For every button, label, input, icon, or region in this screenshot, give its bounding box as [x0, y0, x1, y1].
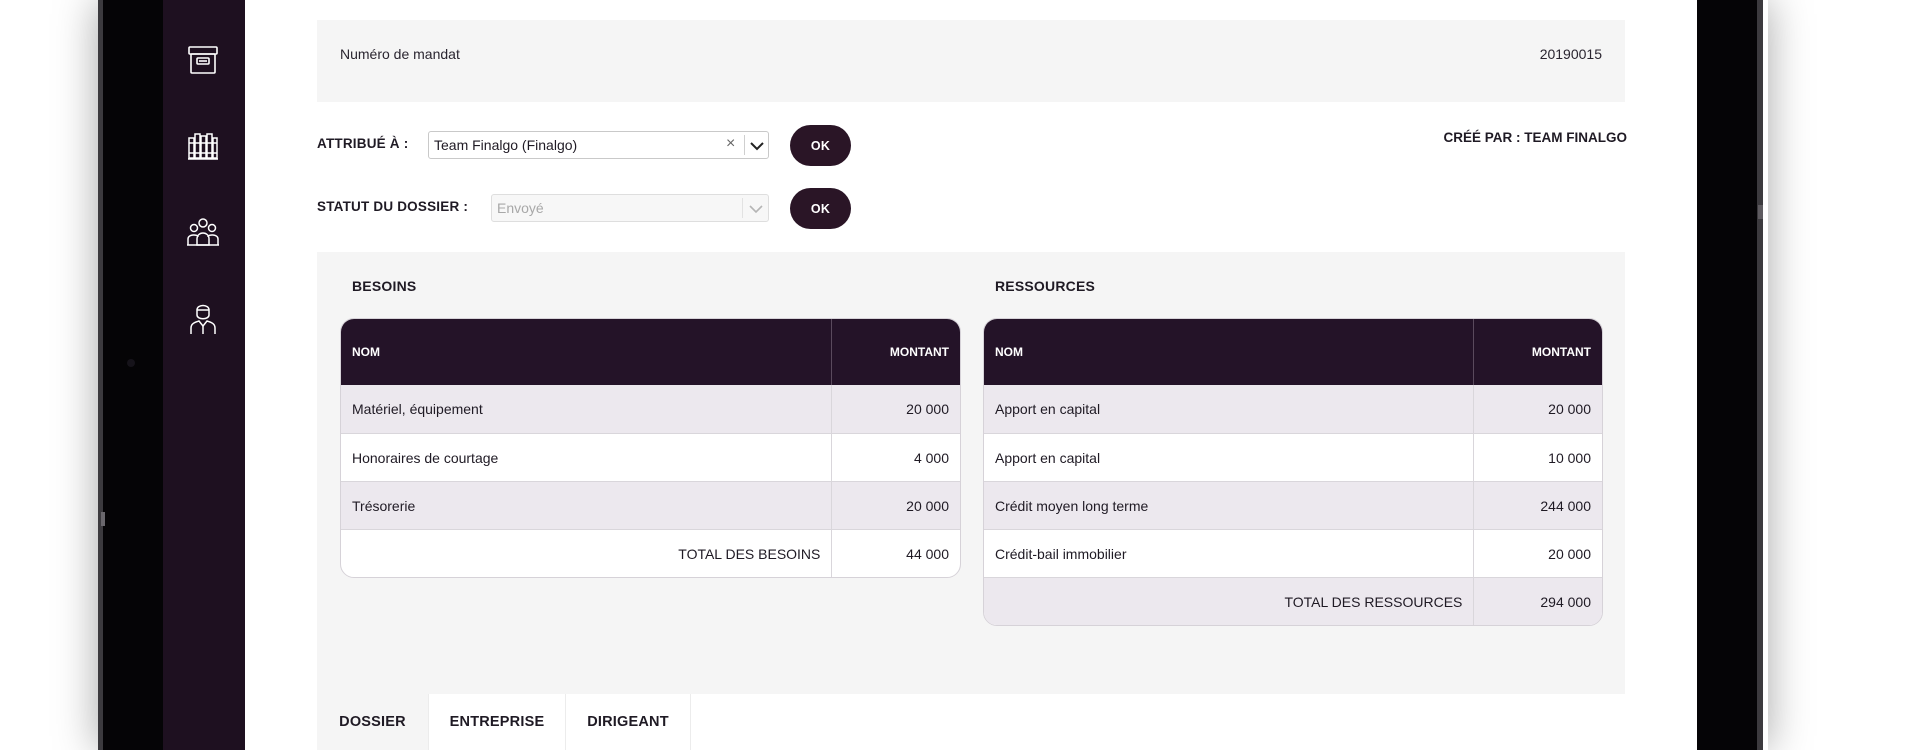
table-total-row: TOTAL DES RESSOURCES 294 000	[984, 577, 1602, 625]
column-header-nom: NOM	[352, 345, 380, 359]
column-header-montant: MONTANT	[1473, 319, 1602, 385]
row-name: Honoraires de courtage	[352, 449, 499, 466]
row-amount: 10 000	[1473, 434, 1602, 481]
row-amount: 244 000	[1473, 482, 1602, 529]
select-separator	[742, 198, 743, 218]
besoins-table: NOM MONTANT Matériel, équipement 20 000 …	[340, 318, 961, 578]
table-row: Trésorerie 20 000	[341, 481, 960, 529]
device-button-left	[101, 512, 105, 526]
row-amount: 20 000	[831, 385, 960, 433]
table-row: Honoraires de courtage 4 000	[341, 433, 960, 481]
total-amount: 294 000	[1473, 578, 1602, 625]
tab-dossier[interactable]: DOSSIER	[317, 694, 429, 750]
row-name: Trésorerie	[352, 497, 416, 514]
clear-icon[interactable]: ×	[726, 135, 735, 153]
statut-select[interactable]: Envoyé	[491, 194, 769, 222]
row-name: Crédit moyen long terme	[995, 497, 1149, 514]
column-header-nom: NOM	[995, 345, 1023, 359]
besoins-title: BESOINS	[352, 278, 417, 294]
tab-entreprise[interactable]: ENTREPRISE	[429, 694, 566, 750]
total-label: TOTAL DES RESSOURCES	[1284, 593, 1463, 610]
attribue-ok-button[interactable]: OK	[790, 125, 851, 166]
attribue-selected-value: Team Finalgo (Finalgo)	[434, 137, 578, 153]
device-bezel-right	[1697, 0, 1759, 750]
column-header-montant: MONTANT	[831, 319, 960, 385]
chevron-down-icon[interactable]	[748, 137, 766, 155]
row-amount: 20 000	[1473, 385, 1602, 433]
sidebar	[163, 0, 245, 750]
statut-label: STATUT DU DOSSIER :	[317, 199, 469, 214]
ressources-title: RESSOURCES	[995, 278, 1096, 294]
table-row: Crédit-bail immobilier 20 000	[984, 529, 1602, 577]
attribue-select[interactable]: Team Finalgo (Finalgo) ×	[428, 131, 769, 159]
table-row: Crédit moyen long terme 244 000	[984, 481, 1602, 529]
row-amount: 20 000	[831, 482, 960, 529]
select-separator	[744, 135, 745, 155]
statut-selected-value: Envoyé	[497, 200, 544, 216]
total-amount: 44 000	[831, 530, 960, 577]
row-name: Crédit-bail immobilier	[995, 545, 1127, 562]
device-button-right	[1758, 205, 1763, 219]
team-group-icon[interactable]	[183, 212, 223, 252]
row-name: Apport en capital	[995, 449, 1101, 466]
financing-panel: BESOINS RESSOURCES NOM MONTANT Matériel,…	[317, 252, 1625, 694]
created-by-label: CRÉÉ PAR : TEAM FINALGO	[1443, 130, 1628, 145]
mandat-number: 20190015	[1539, 46, 1602, 62]
mandat-info-box: Numéro de mandat 20190015	[317, 20, 1625, 102]
table-header: NOM MONTANT	[341, 319, 960, 385]
device-frame-right	[1757, 0, 1763, 750]
table-row: Apport en capital 20 000	[984, 385, 1602, 433]
row-amount: 4 000	[831, 434, 960, 481]
device-bezel-left	[103, 0, 163, 750]
row-name: Apport en capital	[995, 401, 1101, 417]
ressources-table: NOM MONTANT Apport en capital 20 000 App…	[983, 318, 1603, 626]
table-total-row: TOTAL DES BESOINS 44 000	[341, 529, 960, 577]
main-content: Numéro de mandat 20190015 ATTRIBUÉ À : T…	[245, 0, 1697, 750]
row-name: Matériel, équipement	[352, 401, 483, 417]
table-header: NOM MONTANT	[984, 319, 1602, 385]
archive-box-icon[interactable]	[183, 40, 223, 80]
total-label: TOTAL DES BESOINS	[678, 545, 821, 562]
tab-dirigeant[interactable]: DIRIGEANT	[566, 694, 691, 750]
chevron-down-icon[interactable]	[747, 200, 765, 218]
user-profile-icon[interactable]	[183, 299, 223, 339]
camera-dot	[127, 359, 135, 367]
library-books-icon[interactable]	[183, 126, 223, 166]
statut-ok-button[interactable]: OK	[790, 188, 851, 229]
attribue-label: ATTRIBUÉ À :	[317, 136, 409, 151]
mandat-label: Numéro de mandat	[340, 46, 460, 62]
row-amount: 20 000	[1473, 530, 1602, 577]
table-row: Matériel, équipement 20 000	[341, 385, 960, 433]
bottom-tabs: DOSSIER ENTREPRISE DIRIGEANT	[317, 694, 691, 750]
table-row: Apport en capital 10 000	[984, 433, 1602, 481]
